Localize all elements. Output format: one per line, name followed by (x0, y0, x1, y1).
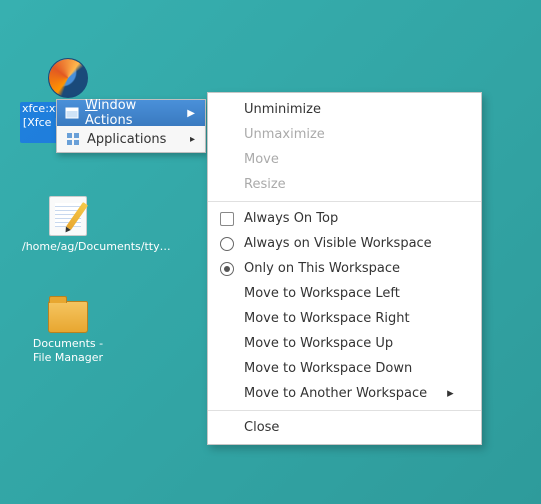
submenu-item-label: Move to Another Workspace (244, 386, 427, 401)
submenu-item-label: Unminimize (244, 102, 321, 117)
submenu-item-label: Always on Visible Workspace (244, 236, 432, 251)
blank-indicator (220, 178, 234, 192)
blank-indicator (220, 128, 234, 142)
radio-checked-icon (220, 262, 234, 276)
blank-indicator (220, 387, 234, 401)
submenu-item-label: Unmaximize (244, 127, 325, 142)
blank-indicator (220, 103, 234, 117)
window-actions-submenu: Unminimize Unmaximize Move Resize Always… (207, 92, 482, 445)
desktop-icon-notes[interactable]: /home/ag/Documents/tty… (20, 196, 116, 254)
submenu-item-resize: Resize (208, 172, 481, 197)
desktop-icon-label: /home/ag/Documents/tty… (20, 240, 173, 254)
submenu-item-label: Only on This Workspace (244, 261, 400, 276)
submenu-item-label: Resize (244, 177, 286, 192)
submenu-item-label: Close (244, 420, 279, 435)
submenu-item-move-workspace-down[interactable]: Move to Workspace Down (208, 356, 481, 381)
folder-icon (48, 301, 88, 333)
submenu-item-close[interactable]: Close (208, 415, 481, 440)
menu-item-applications[interactable]: Applications ▸ (57, 126, 205, 152)
submenu-item-unmaximize: Unmaximize (208, 122, 481, 147)
context-menu: Window Actions ▶ Applications ▸ (56, 99, 206, 153)
separator (208, 201, 481, 202)
desktop-icon-documents[interactable]: Documents - File Manager (20, 296, 116, 365)
submenu-item-unminimize[interactable]: Unminimize (208, 97, 481, 122)
submenu-item-always-visible-workspace[interactable]: Always on Visible Workspace (208, 231, 481, 256)
submenu-item-label: Move to Workspace Down (244, 361, 412, 376)
separator (208, 410, 481, 411)
desktop-icon-label: Documents - File Manager (20, 337, 116, 365)
submenu-item-label: Move to Workspace Left (244, 286, 400, 301)
checkbox-icon (220, 212, 234, 226)
chevron-right-icon: ▶ (187, 108, 195, 119)
blank-indicator (220, 153, 234, 167)
submenu-item-move-workspace-left[interactable]: Move to Workspace Left (208, 281, 481, 306)
submenu-item-label: Move to Workspace Up (244, 336, 393, 351)
blank-indicator (220, 312, 234, 326)
applications-icon (65, 131, 81, 147)
submenu-item-label: Move to Workspace Right (244, 311, 410, 326)
blank-indicator (220, 362, 234, 376)
submenu-item-label: Move (244, 152, 279, 167)
blank-indicator (220, 421, 234, 435)
text-editor-icon (49, 196, 87, 236)
blank-indicator (220, 287, 234, 301)
menu-item-label: Window Actions (85, 98, 175, 128)
chevron-right-icon: ▸ (190, 134, 195, 145)
menu-item-window-actions[interactable]: Window Actions ▶ (57, 100, 205, 126)
submenu-item-move-workspace-up[interactable]: Move to Workspace Up (208, 331, 481, 356)
submenu-item-move: Move (208, 147, 481, 172)
window-actions-icon (65, 105, 79, 121)
radio-icon (220, 237, 234, 251)
menu-item-label: Applications (87, 132, 166, 147)
firefox-icon (48, 58, 88, 98)
submenu-item-only-this-workspace[interactable]: Only on This Workspace (208, 256, 481, 281)
submenu-item-move-workspace-right[interactable]: Move to Workspace Right (208, 306, 481, 331)
chevron-right-icon: ▸ (447, 386, 454, 401)
blank-indicator (220, 337, 234, 351)
submenu-item-move-another-workspace[interactable]: Move to Another Workspace ▸ (208, 381, 481, 406)
submenu-item-label: Always On Top (244, 211, 338, 226)
submenu-item-always-on-top[interactable]: Always On Top (208, 206, 481, 231)
